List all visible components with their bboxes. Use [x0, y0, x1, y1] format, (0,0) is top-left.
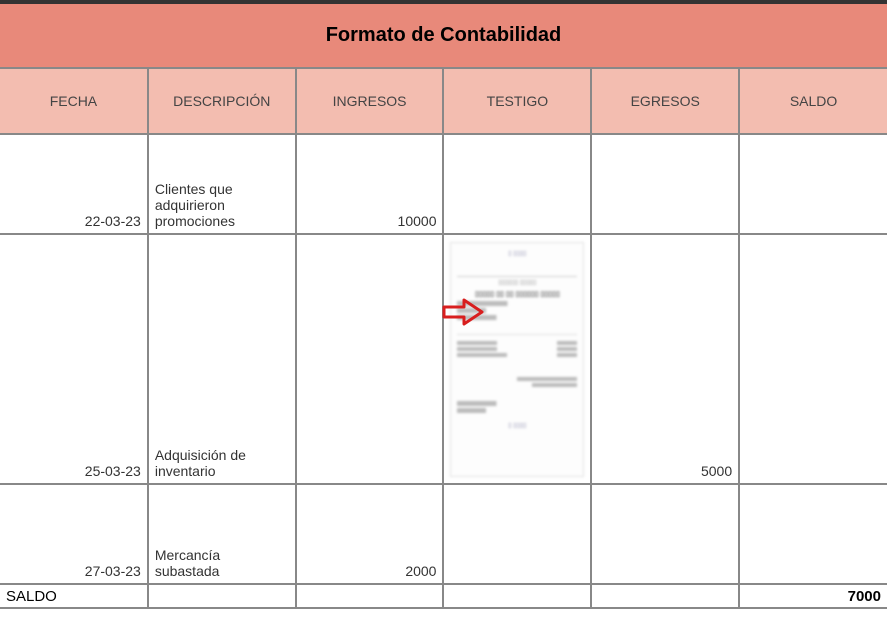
cell-fecha: 25-03-23	[0, 234, 148, 484]
cell-ingresos: 2000	[296, 484, 444, 584]
header-testigo: TESTIGO	[443, 68, 591, 134]
cell-descripcion: Adquisición de inventario	[148, 234, 296, 484]
header-descripcion: DESCRIPCIÓN	[148, 68, 296, 134]
footer-total: 7000	[739, 584, 887, 608]
header-row: FECHA DESCRIPCIÓN INGRESOS TESTIGO EGRES…	[0, 68, 887, 134]
header-fecha: FECHA	[0, 68, 148, 134]
table-row: 25-03-23 Adquisición de inventario ▯ ▯▯▯…	[0, 234, 887, 484]
cell-testigo	[443, 134, 591, 234]
cell-egresos	[591, 134, 739, 234]
cell-ingresos: 10000	[296, 134, 444, 234]
footer-empty	[296, 584, 444, 608]
cell-saldo	[739, 484, 887, 584]
header-egresos: EGRESOS	[591, 68, 739, 134]
table-row: 22-03-23 Clientes que adquirieron promoc…	[0, 134, 887, 234]
footer-empty	[148, 584, 296, 608]
cell-fecha: 22-03-23	[0, 134, 148, 234]
cell-descripcion: Mercancía subastada	[148, 484, 296, 584]
cell-descripcion: Clientes que adquirieron promociones	[148, 134, 296, 234]
cell-testigo: ▯ ▯▯▯▯ ▯▯▯▯▯▯ ▯▯▯▯▯ ▯▯▯▯▯ ▯▯ ▯▯ ▯▯▯▯▯▯ ▯…	[443, 234, 591, 484]
cell-saldo	[739, 234, 887, 484]
cell-egresos: 5000	[591, 234, 739, 484]
footer-label: SALDO	[0, 584, 148, 608]
header-ingresos: INGRESOS	[296, 68, 444, 134]
accounting-table: Formato de Contabilidad FECHA DESCRIPCIÓ…	[0, 0, 887, 609]
cell-ingresos	[296, 234, 444, 484]
header-saldo: SALDO	[739, 68, 887, 134]
arrow-right-icon	[442, 296, 486, 331]
receipt-image: ▯ ▯▯▯▯ ▯▯▯▯▯▯ ▯▯▯▯▯ ▯▯▯▯▯ ▯▯ ▯▯ ▯▯▯▯▯▯ ▯…	[450, 242, 584, 477]
cell-testigo	[443, 484, 591, 584]
table-row: 27-03-23 Mercancía subastada 2000	[0, 484, 887, 584]
cell-saldo	[739, 134, 887, 234]
page-title: Formato de Contabilidad	[0, 2, 887, 68]
cell-egresos	[591, 484, 739, 584]
cell-fecha: 27-03-23	[0, 484, 148, 584]
receipt-container: ▯ ▯▯▯▯ ▯▯▯▯▯▯ ▯▯▯▯▯ ▯▯▯▯▯ ▯▯ ▯▯ ▯▯▯▯▯▯ ▯…	[450, 241, 584, 477]
footer-empty	[591, 584, 739, 608]
footer-row: SALDO 7000	[0, 584, 887, 608]
footer-empty	[443, 584, 591, 608]
title-row: Formato de Contabilidad	[0, 2, 887, 68]
